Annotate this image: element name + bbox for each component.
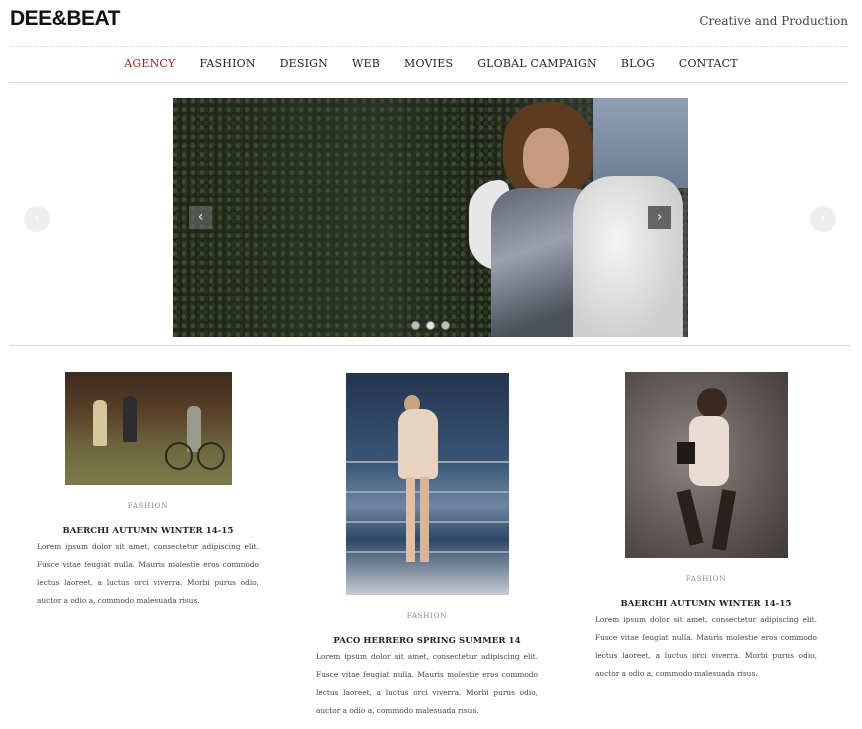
- outer-prev-arrow-icon[interactable]: ‹: [24, 206, 50, 232]
- post-card: FASHION BAERCHI AUTUMN WINTER 14-15 Lore…: [37, 372, 259, 610]
- site-logo[interactable]: DEE&BEAT: [10, 7, 120, 31]
- post-title[interactable]: PACO HERRERO SPRING SUMMER 14: [316, 636, 538, 646]
- slider-dot-2[interactable]: [426, 321, 435, 330]
- nav-item-design[interactable]: DESIGN: [280, 57, 328, 70]
- slider-dot-1[interactable]: [411, 321, 420, 330]
- header-divider: [10, 46, 848, 47]
- nav-item-blog[interactable]: BLOG: [621, 57, 655, 70]
- post-thumbnail[interactable]: [345, 373, 509, 595]
- post-title[interactable]: BAERCHI AUTUMN WINTER 14-15: [595, 599, 817, 609]
- section-divider: [9, 345, 851, 346]
- main-nav: AGENCY FASHION DESIGN WEB MOVIES GLOBAL …: [0, 57, 862, 70]
- nav-item-global-campaign[interactable]: GLOBAL CAMPAIGN: [477, 57, 597, 70]
- outer-next-arrow-icon[interactable]: ›: [810, 206, 836, 232]
- hero-slide-image: [173, 98, 688, 337]
- post-category[interactable]: FASHION: [595, 575, 817, 583]
- post-card: FASHION PACO HERRERO SPRING SUMMER 14 Lo…: [316, 373, 538, 720]
- nav-item-web[interactable]: WEB: [352, 57, 380, 70]
- post-card: FASHION BAERCHI AUTUMN WINTER 14-15 Lore…: [595, 372, 817, 683]
- slider-next-icon[interactable]: ›: [648, 206, 671, 229]
- nav-divider: [9, 82, 848, 83]
- slider-prev-icon[interactable]: ‹: [189, 206, 212, 229]
- slider-dot-3[interactable]: [441, 321, 450, 330]
- site-tagline: Creative and Production: [699, 14, 848, 28]
- nav-item-movies[interactable]: MOVIES: [404, 57, 453, 70]
- post-category[interactable]: FASHION: [316, 612, 538, 620]
- slider-pagination: [173, 321, 688, 330]
- post-category[interactable]: FASHION: [37, 502, 259, 510]
- post-excerpt: Lorem ipsum dolor sit amet, consectetur …: [595, 615, 817, 678]
- post-title[interactable]: BAERCHI AUTUMN WINTER 14-15: [37, 526, 259, 536]
- nav-item-contact[interactable]: CONTACT: [679, 57, 738, 70]
- post-excerpt: Lorem ipsum dolor sit amet, consectetur …: [37, 542, 259, 605]
- post-thumbnail[interactable]: [64, 372, 232, 485]
- post-thumbnail[interactable]: [624, 372, 788, 558]
- nav-item-fashion[interactable]: FASHION: [200, 57, 256, 70]
- nav-item-agency[interactable]: AGENCY: [124, 57, 175, 70]
- post-excerpt: Lorem ipsum dolor sit amet, consectetur …: [316, 652, 538, 715]
- hero-slider[interactable]: ‹ ›: [173, 98, 688, 337]
